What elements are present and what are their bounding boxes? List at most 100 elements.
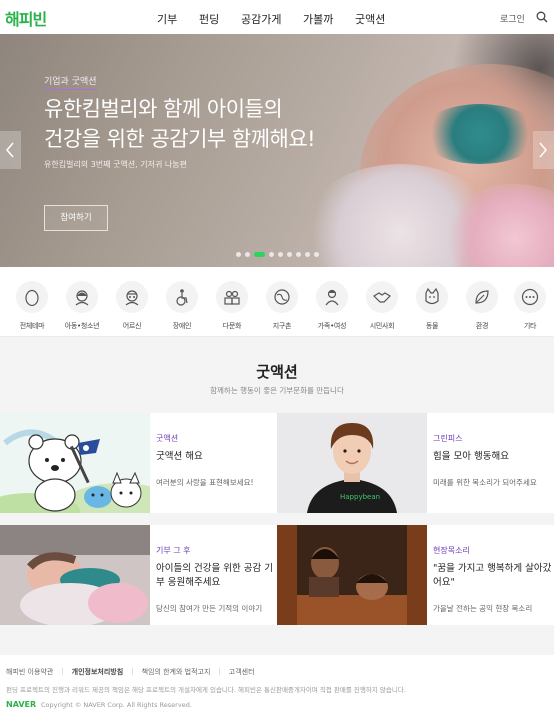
slide-dot[interactable]: [296, 252, 301, 257]
chevron-right-icon: [539, 142, 547, 158]
card-title: "꿈을 가지고 행복하게 살아갔어요": [433, 563, 552, 588]
card-title: 굿액션 해요: [156, 451, 203, 462]
child-icon: [75, 290, 89, 306]
category-item[interactable]: 시민사회: [357, 281, 407, 331]
footer-link-legal[interactable]: 책임의 한계와 법적고지: [142, 667, 211, 677]
card-field-voice[interactable]: 현장목소리 "꿈을 가지고 행복하게 살아갔어요" 가을날 전하는 공익 현장 …: [427, 525, 554, 625]
slide-dot[interactable]: [314, 252, 319, 257]
nav-item-funding[interactable]: 펀딩: [199, 11, 219, 27]
category-item[interactable]: 지구촌: [257, 281, 307, 331]
slide-dot[interactable]: [278, 252, 283, 257]
card-desc: 가을날 전하는 공익 현장 목소리: [433, 604, 533, 613]
chevron-left-icon: [6, 142, 14, 158]
globe-icon: [274, 289, 290, 305]
hero-tag: 기업과 굿액션: [44, 74, 97, 90]
category-item[interactable]: 가족•여성: [307, 281, 357, 331]
card-goodaction[interactable]: 굿액션 굿액션 해요 여러분의 사랑을 표현해보세요!: [150, 413, 277, 513]
category-item[interactable]: 다문화: [207, 281, 257, 331]
nav-item-store[interactable]: 공감가게: [241, 11, 281, 27]
slide-dot[interactable]: [269, 252, 274, 257]
category-label: 다문화: [222, 322, 242, 330]
slide-dot[interactable]: [236, 252, 241, 257]
cat-icon: [425, 288, 439, 305]
footer-link-terms[interactable]: 해피빈 이용약관: [6, 667, 53, 677]
category-label: 가족•여성: [317, 322, 347, 330]
card-title: 힘을 모아 행동해요: [433, 451, 509, 462]
category-icon-holder: [316, 281, 348, 313]
footer-link-privacy-label: 개인정보처리방침: [71, 668, 124, 676]
nav-item-donate[interactable]: 기부: [157, 11, 177, 27]
category-icon-holder: [66, 281, 98, 313]
card-image-children[interactable]: [277, 525, 427, 625]
footer-divider: |: [131, 667, 134, 675]
category-item[interactable]: 아동•청소년: [57, 281, 107, 331]
category-label: 장애인: [172, 322, 192, 330]
footer-links: 해피빈 이용약관 | 개인정보처리방침 | 책임의 한계와 법적고지 | 고객센터: [6, 667, 263, 677]
card-desc: 미래를 위한 목소리가 되어주세요: [433, 478, 537, 487]
join-button[interactable]: 참여하기: [44, 205, 108, 231]
category-label: 아동•청소년: [64, 322, 100, 330]
hero-subtitle: 유한킴벌리의 3번째 굿액션, 기저귀 나눔편: [44, 160, 187, 169]
card-kicker: 굿액션: [156, 434, 179, 443]
slide-dot[interactable]: [254, 252, 265, 257]
header: 해피빈 기부 펀딩 공감가게 가볼까 굿액션 로그인: [0, 0, 554, 34]
card-after-donation[interactable]: 기부 그 후 아이들의 건강을 위한 공감 기부 응원해주세요 당신의 참여가 …: [150, 525, 277, 625]
hero-title-line1: 유한킴벌리와 함께 아이들의: [44, 97, 283, 121]
more-icon: [521, 288, 539, 306]
search-icon[interactable]: [536, 11, 548, 23]
card-kicker: 현장목소리: [433, 546, 470, 555]
goodaction-section: 굿액션 함께하는 행동이 좋은 기부문화를 만듭니다 굿액션 굿액션 해요 여러…: [0, 337, 554, 655]
card-desc: 여러분의 사랑을 표현해보세요!: [156, 478, 254, 487]
hero-banner: 기업과 굿액션 유한킴벌리와 함께 아이들의 건강을 위한 공감기부 함께해요!…: [0, 34, 554, 267]
prev-slide-button[interactable]: [0, 131, 21, 169]
category-item[interactable]: 환경: [457, 281, 507, 331]
wheelchair-icon: [176, 289, 188, 306]
next-slide-button[interactable]: [533, 131, 554, 169]
card-greenpeace[interactable]: 그린피스 힘을 모아 행동해요 미래를 위한 목소리가 되어주세요: [427, 413, 554, 513]
slide-dot[interactable]: [245, 252, 250, 257]
person-photo: Happybean: [277, 413, 427, 513]
nav-item-visit[interactable]: 가볼까: [303, 11, 335, 27]
slide-dot[interactable]: [287, 252, 292, 257]
card-kicker: 그린피스: [433, 434, 463, 443]
nav-item-goodaction[interactable]: 굿액션: [355, 11, 385, 27]
category-item[interactable]: 전체테마: [7, 281, 57, 331]
hero-photo-cloth: [420, 104, 540, 164]
category-icon-holder: [514, 281, 546, 313]
section-subtitle: 함께하는 행동이 좋은 기부문화를 만듭니다: [210, 386, 344, 395]
category-icon-holder: [216, 281, 248, 313]
card-image-person[interactable]: Happybean: [277, 413, 427, 513]
footer-link-privacy[interactable]: 개인정보처리방침: [72, 667, 124, 677]
baby-photo: [0, 525, 150, 625]
children-photo: [277, 525, 427, 625]
shirt-text: Happybean: [340, 493, 380, 501]
category-bar: 전체테마 아동•청소년 어르신 장애인 다문화 지구촌 가족•여성 시민사회 동물 환경 기타: [0, 267, 554, 337]
category-item[interactable]: 장애인: [157, 281, 207, 331]
naver-logo[interactable]: NAVER: [6, 700, 36, 709]
logo[interactable]: 해피빈: [5, 6, 47, 30]
category-icon-holder: [416, 281, 448, 313]
leaf-icon: [475, 290, 489, 304]
elder-icon: [125, 290, 139, 306]
card-desc: 당신의 참여가 만든 기적의 이야기: [156, 604, 263, 613]
category-item[interactable]: 동물: [407, 281, 457, 331]
category-label: 기타: [523, 322, 537, 330]
slide-dot[interactable]: [305, 252, 310, 257]
card-image-bear[interactable]: [0, 413, 150, 513]
people-icon: [224, 290, 240, 305]
login-link[interactable]: 로그인: [500, 12, 525, 25]
category-label: 동물: [425, 322, 439, 330]
category-item[interactable]: 기타: [505, 281, 554, 331]
card-title: 아이들의 건강을 위한 공감 기부 응원해주세요: [156, 563, 273, 588]
category-label: 환경: [475, 322, 489, 330]
card-image-baby[interactable]: [0, 525, 150, 625]
section-title: 굿액션: [256, 363, 298, 381]
footer: 해피빈 이용약관 | 개인정보처리방침 | 책임의 한계와 법적고지 | 고객센터 펀…: [0, 655, 554, 722]
category-label: 시민사회: [369, 322, 395, 330]
category-label: 지구촌: [272, 322, 292, 330]
hero-title: 유한킴벌리와 함께 아이들의 건강을 위한 공감기부 함께해요!: [44, 94, 316, 154]
category-icon-holder: [366, 281, 398, 313]
footer-link-support[interactable]: 고객센터: [229, 667, 255, 677]
category-icon-holder: [116, 281, 148, 313]
category-item[interactable]: 어르신: [107, 281, 157, 331]
